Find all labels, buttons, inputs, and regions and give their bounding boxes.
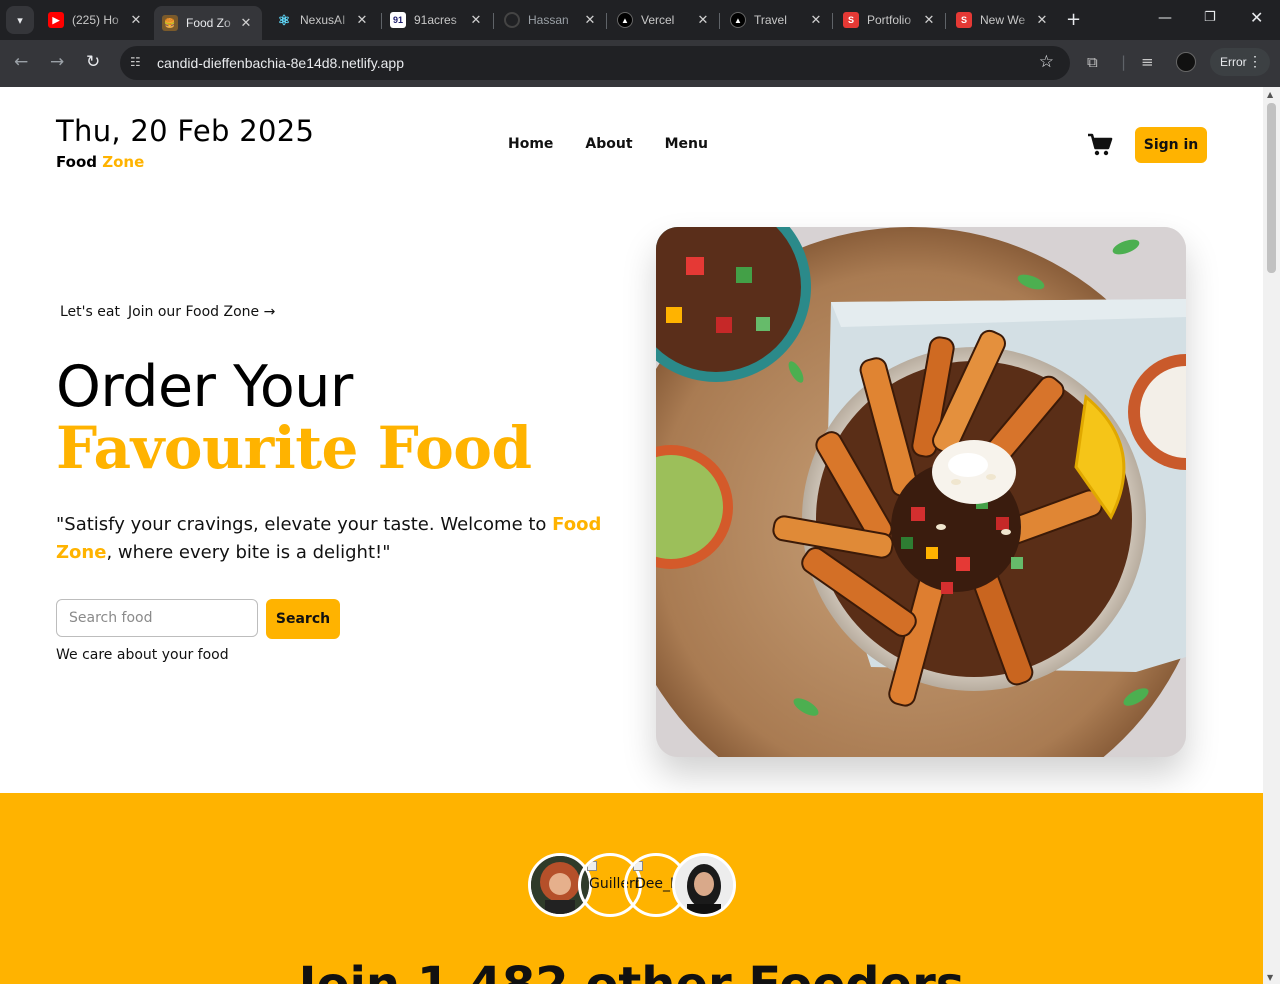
browser-toolbar: ← → ↻ ☷ candid-dieffenbachia-8e14d8.netl… [0, 40, 1280, 87]
vercel-icon: ▲ [617, 12, 633, 28]
tab-new-website[interactable]: S New We ✕ [948, 6, 1058, 34]
tab-separator [493, 13, 494, 29]
vercel-icon: ▲ [730, 12, 746, 28]
github-icon [504, 12, 520, 28]
error-menu-button[interactable]: Error ⋮ [1210, 48, 1270, 76]
avatar-stack: Guillermo Dee_Ro [528, 853, 738, 919]
close-icon[interactable]: ✕ [354, 12, 370, 28]
tab-title: Vercel [641, 13, 675, 27]
tab-title: New We [980, 13, 1026, 27]
broken-image-icon [587, 861, 597, 871]
close-icon[interactable]: ✕ [695, 12, 711, 28]
new-tab-button[interactable]: + [1066, 10, 1081, 30]
quote-text-end: , where every bite is a delight!" [106, 542, 391, 563]
scrollbar-thumb[interactable] [1267, 103, 1276, 273]
cart-icon[interactable] [1087, 133, 1113, 161]
brand-accent: Zone [102, 153, 145, 171]
sign-in-button[interactable]: Sign in [1135, 127, 1207, 163]
restore-button[interactable]: ❐ [1204, 10, 1216, 25]
tab-title: (225) Ho [72, 13, 119, 27]
media-control-icon[interactable]: ≡ [1141, 53, 1154, 71]
minimize-button[interactable]: — [1158, 10, 1172, 26]
brand-logo[interactable]: Food Zone [56, 153, 144, 171]
s-icon: S [956, 12, 972, 28]
reload-icon[interactable]: ↻ [86, 52, 100, 72]
tab-separator [606, 13, 607, 29]
quote-text: "Satisfy your cravings, elevate your tas… [56, 514, 553, 535]
tab-youtube[interactable]: ▶ (225) Ho ✕ [40, 6, 152, 34]
current-date: Thu, 20 Feb 2025 [56, 114, 315, 148]
s-icon: S [843, 12, 859, 28]
broken-image-icon [633, 861, 643, 871]
community-section: Guillermo Dee_Ro Join 1,482 other Fooder… [0, 793, 1263, 984]
tab-separator [719, 13, 720, 29]
search-food-input[interactable] [56, 599, 258, 637]
food-zone-icon: 🍔 [162, 15, 178, 31]
site-info-icon[interactable]: ☷ [130, 55, 141, 69]
tagline-lets-eat: Let's eat [60, 304, 120, 320]
tab-nexusai[interactable]: ⚛ NexusAI ✕ [268, 6, 378, 34]
error-label: Error [1220, 55, 1247, 69]
tab-title: NexusAI [300, 13, 346, 27]
tab-title: 91acres [414, 13, 457, 27]
nav-menu[interactable]: Menu [665, 136, 708, 152]
scroll-down-icon[interactable]: ▼ [1267, 973, 1273, 982]
close-icon[interactable]: ✕ [468, 12, 484, 28]
tab-title: Portfolio [867, 13, 912, 27]
nav-home[interactable]: Home [508, 136, 553, 152]
back-icon[interactable]: ← [14, 52, 28, 72]
close-icon[interactable]: ✕ [582, 12, 598, 28]
react-icon: ⚛ [277, 11, 291, 28]
tab-hassan[interactable]: Hassan ✕ [496, 6, 606, 34]
avatar [672, 853, 736, 917]
tab-vercel[interactable]: ▲ Vercel ✕ [609, 6, 719, 34]
page-viewport: Thu, 20 Feb 2025 Food Zone Home About Me… [0, 87, 1263, 984]
91acres-icon: 91 [390, 12, 406, 28]
tab-search-button[interactable]: ▾ [6, 6, 34, 34]
hero-food-image [656, 227, 1186, 757]
forward-icon[interactable]: → [50, 52, 64, 72]
hero-quote: "Satisfy your cravings, elevate your tas… [56, 511, 604, 567]
tab-separator [832, 13, 833, 29]
main-nav: Home About Menu [508, 136, 708, 152]
address-bar[interactable]: ☷ candid-dieffenbachia-8e14d8.netlify.ap… [120, 46, 1070, 80]
join-food-zone-link[interactable]: Join our Food Zone → [128, 304, 275, 320]
close-icon[interactable]: ✕ [921, 12, 937, 28]
care-note: We care about your food [56, 647, 229, 663]
tab-separator [945, 13, 946, 29]
nav-about[interactable]: About [585, 136, 632, 152]
tab-travel[interactable]: ▲ Travel ✕ [722, 6, 832, 34]
close-icon[interactable]: ✕ [1034, 12, 1050, 28]
hero-title-line2: Favourite Food [56, 414, 532, 482]
close-icon[interactable]: ✕ [238, 15, 254, 31]
tab-91acres[interactable]: 91 91acres ✕ [382, 6, 492, 34]
search-button[interactable]: Search [266, 599, 340, 639]
extensions-icon[interactable]: ⧉ [1087, 53, 1098, 71]
youtube-icon: ▶ [48, 12, 64, 28]
brand-main: Food [56, 153, 97, 171]
close-window-button[interactable]: ✕ [1250, 8, 1263, 27]
tab-title: Food Zo [186, 16, 231, 30]
page-scrollbar[interactable]: ▲ ▼ [1263, 87, 1280, 984]
scroll-up-icon[interactable]: ▲ [1267, 90, 1273, 99]
tab-portfolio[interactable]: S Portfolio ✕ [835, 6, 945, 34]
url-text[interactable]: candid-dieffenbachia-8e14d8.netlify.app [157, 55, 404, 71]
tab-title: Hassan [528, 13, 569, 27]
browser-tab-strip: ▾ ▶ (225) Ho ✕ 🍔 Food Zo ✕ ⚛ NexusAI ✕ 9… [0, 0, 1280, 40]
kebab-menu-icon: ⋮ [1248, 53, 1262, 69]
hero-title-line1: Order Your [56, 354, 353, 420]
profile-avatar[interactable] [1176, 52, 1196, 72]
close-icon[interactable]: ✕ [808, 12, 824, 28]
toolbar-separator: | [1121, 53, 1127, 71]
tab-title: Travel [754, 13, 787, 27]
tab-food-zone[interactable]: 🍔 Food Zo ✕ [154, 6, 262, 40]
join-count-heading: Join 1,482 other Fooders [0, 957, 1263, 984]
close-icon[interactable]: ✕ [128, 12, 144, 28]
bookmark-star-icon[interactable]: ☆ [1039, 52, 1054, 72]
hero-tagline: Let's eat Join our Food Zone → [60, 304, 275, 320]
